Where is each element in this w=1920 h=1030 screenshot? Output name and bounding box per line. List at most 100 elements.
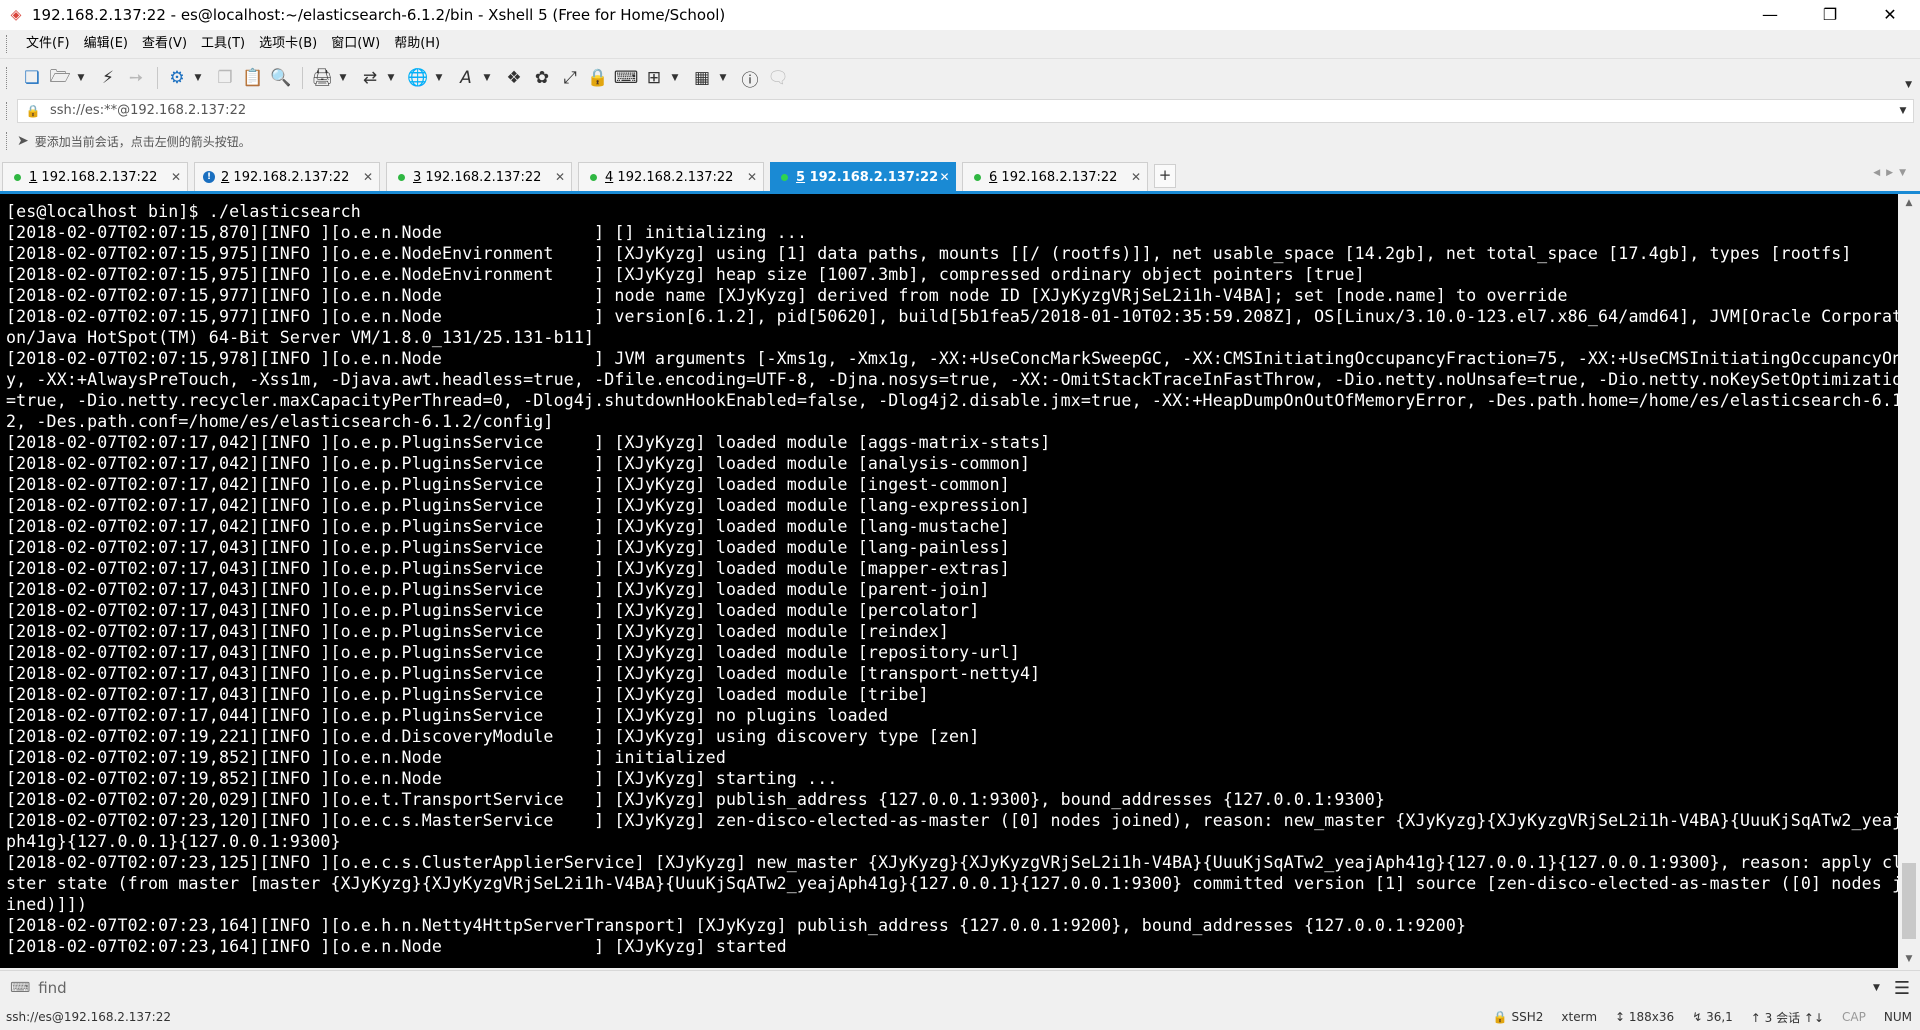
menu-view[interactable]: 查看(V) bbox=[135, 30, 194, 58]
hamburger-menu-icon[interactable]: ☰ bbox=[1894, 978, 1910, 999]
tab-session-6[interactable]: 6 192.168.2.137:22 ✕ bbox=[962, 162, 1148, 191]
tab-host: 192.168.2.137:22 bbox=[233, 169, 350, 185]
terminal-line: [2018-02-07T02:07:17,042][INFO ][o.e.p.P… bbox=[6, 433, 1051, 452]
find-dropdown-icon[interactable]: ▼ bbox=[1873, 983, 1880, 993]
globe-icon[interactable]: 🌐 bbox=[405, 65, 431, 91]
open-dropdown-icon[interactable]: ▼ bbox=[75, 65, 87, 91]
menu-window[interactable]: 窗口(W) bbox=[324, 30, 387, 58]
lock-icon: 🔒 bbox=[25, 103, 41, 118]
hint-text: 要添加当前会话，点击左侧的箭头按钮。 bbox=[34, 134, 251, 149]
close-button[interactable]: ✕ bbox=[1860, 0, 1920, 30]
terminal-line: [2018-02-07T02:07:15,978][INFO ][o.e.n.N… bbox=[6, 349, 1898, 368]
terminal-line: [2018-02-07T02:07:20,029][INFO ][o.e.t.T… bbox=[6, 790, 1386, 809]
close-tab-icon[interactable]: ✕ bbox=[553, 170, 567, 184]
tab-scroll-arrows-icon[interactable]: ◀▶▼ bbox=[1873, 168, 1912, 178]
properties-dropdown-icon[interactable]: ▼ bbox=[192, 65, 204, 91]
scroll-down-icon[interactable]: ▼ bbox=[1898, 954, 1920, 964]
terminal-line: ined)]]) bbox=[6, 895, 88, 914]
address-dropdown-icon[interactable]: ▼ bbox=[1893, 106, 1913, 116]
add-tab-button[interactable]: + bbox=[1154, 164, 1176, 188]
terminal-line: [2018-02-07T02:07:17,043][INFO ][o.e.p.P… bbox=[6, 622, 950, 641]
find-icon[interactable]: 🔍 bbox=[268, 65, 294, 91]
terminal-line: [2018-02-07T02:07:17,043][INFO ][o.e.p.P… bbox=[6, 685, 929, 704]
tab-number: 4 bbox=[605, 169, 614, 185]
close-tab-icon[interactable]: ✕ bbox=[169, 170, 183, 184]
add-tab-dropdown-icon[interactable]: ▼ bbox=[669, 65, 681, 91]
tunnel-icon[interactable]: ✿ bbox=[529, 65, 555, 91]
transfer-dropdown-icon[interactable]: ▼ bbox=[385, 65, 397, 91]
status-size: ↕ 188x36 bbox=[1615, 1010, 1675, 1024]
address-text[interactable]: ssh://es:**@192.168.2.137:22 bbox=[50, 103, 1893, 118]
terminal-line: [2018-02-07T02:07:17,043][INFO ][o.e.p.P… bbox=[6, 559, 1010, 578]
scroll-up-icon[interactable]: ▲ bbox=[1898, 198, 1920, 208]
terminal-line: =true, -Dio.netty.recycler.maxCapacityPe… bbox=[6, 391, 1898, 410]
xshell-logo-icon: ◈ bbox=[10, 7, 22, 23]
lock-icon[interactable]: 🔒 bbox=[585, 65, 611, 91]
status-sessions[interactable]: ↑ 3 会话 ↑↓ bbox=[1751, 1009, 1824, 1026]
status-protocol: 🔒 SSH2 bbox=[1492, 1010, 1544, 1024]
font-dropdown-icon[interactable]: ▼ bbox=[481, 65, 493, 91]
terminal-output[interactable]: [es@localhost bin]$ ./elasticsearch [201… bbox=[0, 194, 1898, 968]
status-num: NUM bbox=[1883, 1010, 1912, 1024]
terminal-line: [2018-02-07T02:07:17,042][INFO ][o.e.p.P… bbox=[6, 454, 1031, 473]
open-folder-icon[interactable]: 🗁 bbox=[47, 65, 73, 91]
add-tab-icon[interactable]: ⊞ bbox=[641, 65, 667, 91]
new-session-icon[interactable]: ❏ bbox=[19, 65, 45, 91]
terminal-line: [2018-02-07T02:07:15,977][INFO ][o.e.n.N… bbox=[6, 286, 1568, 305]
terminal-line: [2018-02-07T02:07:17,044][INFO ][o.e.p.P… bbox=[6, 706, 889, 725]
menu-edit[interactable]: 编辑(E) bbox=[77, 30, 135, 58]
connected-status-icon bbox=[971, 171, 983, 183]
title-bar: ◈ 192.168.2.137:22 - es@localhost:~/elas… bbox=[0, 0, 1920, 30]
menu-help[interactable]: 帮助(H) bbox=[387, 30, 447, 58]
print-icon[interactable]: 🖨 bbox=[309, 65, 335, 91]
help-icon[interactable]: ⓘ bbox=[737, 65, 763, 91]
print-dropdown-icon[interactable]: ▼ bbox=[337, 65, 349, 91]
globe-dropdown-icon[interactable]: ▼ bbox=[433, 65, 445, 91]
menu-tools[interactable]: 工具(T) bbox=[194, 30, 252, 58]
alert-status-icon: ! bbox=[203, 171, 215, 183]
transfer-icon[interactable]: ⇄ bbox=[357, 65, 383, 91]
terminal-line: [2018-02-07T02:07:17,043][INFO ][o.e.p.P… bbox=[6, 643, 1021, 662]
tab-session-5[interactable]: 5 192.168.2.137:22 ✕ bbox=[770, 162, 956, 191]
arrow-pin-icon[interactable]: ➤ bbox=[17, 133, 29, 149]
terminal-line: [2018-02-07T02:07:23,164][INFO ][o.e.n.N… bbox=[6, 937, 787, 956]
toolbar-separator bbox=[157, 67, 158, 89]
menu-tabs[interactable]: 选项卡(B) bbox=[252, 30, 324, 58]
terminal-scrollbar[interactable]: ▲ ▼ bbox=[1898, 194, 1920, 968]
layout-dropdown-icon[interactable]: ▼ bbox=[717, 65, 729, 91]
tab-session-2[interactable]: ! 2 192.168.2.137:22 ✕ bbox=[194, 162, 380, 191]
reconnect-icon[interactable]: ⚡ bbox=[95, 65, 121, 91]
tab-session-3[interactable]: 3 192.168.2.137:22 ✕ bbox=[386, 162, 572, 191]
tab-host: 192.168.2.137:22 bbox=[617, 169, 734, 185]
tab-session-4[interactable]: 4 192.168.2.137:22 ✕ bbox=[578, 162, 764, 191]
close-tab-icon[interactable]: ✕ bbox=[745, 170, 759, 184]
fullscreen-icon[interactable]: ⤢ bbox=[557, 65, 583, 91]
close-tab-icon[interactable]: ✕ bbox=[938, 170, 951, 184]
maximize-button[interactable]: ❐ bbox=[1800, 0, 1860, 30]
keyboard-icon[interactable]: ⌨ bbox=[613, 65, 639, 91]
status-protocol-text: SSH2 bbox=[1511, 1010, 1544, 1024]
status-size-text: 188x36 bbox=[1628, 1010, 1675, 1024]
find-bar: ⌨ find ▼ ☰ bbox=[0, 970, 1920, 1005]
terminal-text[interactable]: [es@localhost bin]$ ./elasticsearch [201… bbox=[0, 194, 1898, 957]
tab-number: 6 bbox=[989, 169, 998, 185]
address-grip bbox=[6, 101, 11, 120]
session-hint-bar: ➤ 要添加当前会话，点击左侧的箭头按钮。 bbox=[0, 124, 1920, 158]
session-tab-bar: 1 192.168.2.137:22 ✕ ! 2 192.168.2.137:2… bbox=[0, 161, 1920, 191]
paste-icon[interactable]: 📋 bbox=[240, 65, 266, 91]
scrollbar-thumb[interactable] bbox=[1902, 863, 1916, 939]
tab-host: 192.168.2.137:22 bbox=[1001, 169, 1118, 185]
address-field[interactable]: 🔒 ssh://es:**@192.168.2.137:22 ▼ bbox=[17, 98, 1914, 123]
tab-session-1[interactable]: 1 192.168.2.137:22 ✕ bbox=[2, 162, 188, 191]
terminal-line: [2018-02-07T02:07:17,043][INFO ][o.e.p.P… bbox=[6, 664, 1041, 683]
properties-icon[interactable]: ⚙ bbox=[164, 65, 190, 91]
find-input[interactable]: find bbox=[38, 979, 1873, 997]
font-icon[interactable]: A bbox=[453, 65, 479, 91]
minimize-button[interactable]: — bbox=[1740, 0, 1800, 30]
xftp-icon[interactable]: ❖ bbox=[501, 65, 527, 91]
layout-icon[interactable]: ▦ bbox=[689, 65, 715, 91]
toolbar-overflow-icon[interactable]: ▼ bbox=[1905, 80, 1912, 90]
menu-file[interactable]: 文件(F) bbox=[19, 30, 77, 58]
close-tab-icon[interactable]: ✕ bbox=[1129, 170, 1143, 184]
close-tab-icon[interactable]: ✕ bbox=[361, 170, 375, 184]
